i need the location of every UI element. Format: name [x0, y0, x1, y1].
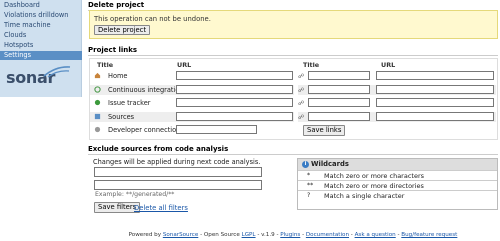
custom-title-input[interactable] — [308, 112, 370, 121]
link-row-home: Home — [90, 71, 294, 81]
custom-link-row: ☍ — [298, 112, 496, 122]
footer-powered-by: Powered by — [128, 232, 162, 238]
sidebar-item-violations-drilldown[interactable]: Violations drilldown — [0, 11, 82, 20]
project-links-title: Project links — [88, 46, 498, 56]
exclusion-pattern-input[interactable] — [94, 167, 262, 177]
info-icon: i — [302, 161, 309, 168]
example-text: Example: **/generated/** — [95, 191, 175, 198]
wildcards-panel: i Wildcards * Match zero or more charact… — [297, 158, 498, 210]
home-icon — [94, 72, 101, 79]
link-row-sources: Sources — [90, 112, 294, 122]
sources-icon — [94, 113, 101, 120]
delete-project-title: Delete project — [88, 1, 498, 11]
exclusions-title: Exclude sources from code analysis — [88, 145, 498, 155]
wildcard-desc: Match zero or more directories — [324, 182, 424, 190]
exclusions-note: Changes will be applied during next code… — [93, 158, 261, 166]
custom-title-input[interactable] — [308, 71, 370, 80]
ci-icon — [94, 86, 101, 93]
bug-request-link[interactable]: Bug/feature request — [401, 232, 457, 238]
sidebar: Dashboard Violations drilldown Time mach… — [0, 0, 82, 97]
link-icon: ☍ — [298, 100, 305, 107]
sidebar-item-settings[interactable]: Settings — [0, 51, 82, 60]
plugins-link[interactable]: Plugins — [280, 232, 300, 238]
custom-url-input[interactable] — [376, 71, 494, 80]
delete-all-filters-link[interactable]: Delete all filters — [134, 204, 188, 212]
exclusion-pattern-input-2[interactable] — [94, 180, 262, 190]
wildcard-symbol: * — [307, 172, 311, 179]
developer-url-input[interactable] — [176, 125, 257, 134]
sidebar-item-clouds[interactable]: Clouds — [0, 31, 82, 40]
col-url: URL — [177, 61, 192, 69]
custom-link-row: ☍ — [298, 85, 496, 95]
bug-icon — [94, 99, 101, 106]
divider — [88, 55, 498, 56]
footer-text: - Open Source — [198, 232, 242, 238]
sidebar-item-time-machine[interactable]: Time machine — [0, 21, 82, 30]
custom-link-row: ☍ — [298, 98, 496, 108]
delete-project-title-text: Delete project — [88, 1, 145, 9]
issue-tracker-url-input[interactable] — [176, 98, 293, 107]
custom-url-input[interactable] — [376, 112, 494, 121]
exclusions-title-text: Exclude sources from code analysis — [88, 145, 229, 153]
wildcards-header: i Wildcards — [298, 159, 497, 170]
link-icon: ☍ — [298, 87, 305, 94]
sonarsource-link[interactable]: SonarSource — [163, 232, 198, 238]
delete-project-button[interactable]: Delete project — [94, 25, 151, 35]
link-label: Continuous integration — [108, 86, 184, 94]
sidebar-item-hotspots[interactable]: Hotspots — [0, 41, 82, 50]
wildcards-title: Wildcards — [311, 160, 349, 168]
ask-question-link[interactable]: Ask a question — [355, 232, 396, 238]
link-icon: ☍ — [298, 73, 305, 80]
custom-url-input[interactable] — [376, 98, 494, 107]
wildcard-row: ** Match zero or more directories — [298, 180, 497, 190]
col-title-custom: Title — [303, 61, 320, 69]
wildcard-desc: Match a single character — [324, 192, 405, 200]
sidebar-item-dashboard[interactable]: Dashboard — [0, 1, 82, 10]
delete-warning-text: This operation can not be undone. — [94, 15, 211, 23]
project-links-title-text: Project links — [88, 46, 138, 54]
divider — [88, 154, 498, 155]
delete-warning-box: This operation can not be undone. Delete… — [89, 10, 498, 39]
wildcard-symbol: ? — [307, 192, 311, 199]
link-row-issue-tracker: Issue tracker — [90, 98, 294, 108]
save-links-button[interactable]: Save links — [303, 125, 346, 136]
col-title: Title — [97, 61, 114, 69]
link-row-ci: Continuous integration — [90, 85, 294, 95]
link-row-developer: Developer connection — [90, 125, 294, 135]
link-label: Issue tracker — [108, 99, 151, 107]
footer-version: - v.1.9 - — [255, 232, 281, 238]
ci-url-input[interactable] — [176, 85, 293, 94]
wildcard-symbol: ** — [307, 182, 314, 189]
wildcard-desc: Match zero or more characters — [324, 172, 425, 180]
custom-url-input[interactable] — [376, 85, 494, 94]
documentation-link[interactable]: Documentation — [306, 232, 349, 238]
wildcard-row: * Match zero or more characters — [298, 170, 497, 180]
link-label: Home — [108, 72, 128, 80]
link-label: Developer connection — [108, 126, 181, 134]
wildcard-row: ? Match a single character — [298, 190, 497, 200]
col-url-custom: URL — [381, 61, 396, 69]
lgpl-link[interactable]: LGPL — [242, 232, 256, 238]
link-label: Sources — [108, 113, 135, 121]
logo-arc-icon — [43, 66, 71, 78]
sonar-logo[interactable]: sonar — [6, 64, 76, 94]
link-icon: ☍ — [298, 114, 305, 121]
custom-link-row: ☍ — [298, 71, 496, 81]
developer-icon — [94, 126, 101, 133]
sources-url-input[interactable] — [176, 112, 293, 121]
custom-title-input[interactable] — [308, 98, 370, 107]
home-url-input[interactable] — [176, 71, 293, 80]
custom-title-input[interactable] — [308, 85, 370, 94]
footer: Powered by SonarSource - Open Source LGP… — [88, 232, 498, 238]
